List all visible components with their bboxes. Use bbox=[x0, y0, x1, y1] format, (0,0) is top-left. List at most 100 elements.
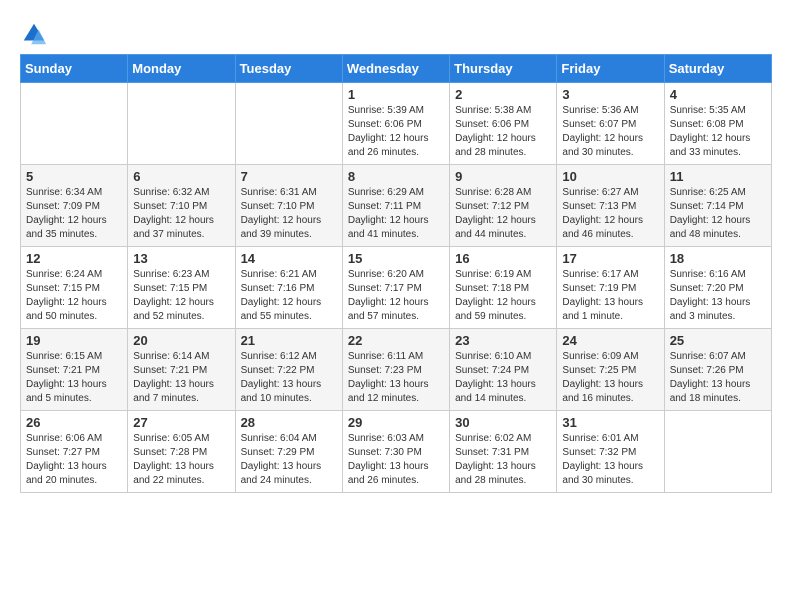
day-info: Sunrise: 6:06 AM Sunset: 7:27 PM Dayligh… bbox=[26, 432, 122, 488]
day-number: 16 bbox=[455, 251, 551, 266]
calendar-header-row: SundayMondayTuesdayWednesdayThursdayFrid… bbox=[21, 55, 772, 83]
calendar-cell: 24 Sunrise: 6:09 AM Sunset: 7:25 PM Dayli… bbox=[557, 329, 664, 411]
weekday-header-saturday: Saturday bbox=[664, 55, 771, 83]
day-info: Sunrise: 6:03 AM Sunset: 7:30 PM Dayligh… bbox=[348, 432, 444, 488]
day-number: 17 bbox=[562, 251, 658, 266]
day-number: 25 bbox=[670, 333, 766, 348]
day-info: Sunrise: 6:09 AM Sunset: 7:25 PM Dayligh… bbox=[562, 350, 658, 406]
day-info: Sunrise: 6:07 AM Sunset: 7:26 PM Dayligh… bbox=[670, 350, 766, 406]
day-number: 12 bbox=[26, 251, 122, 266]
calendar-cell: 14Sunrise: 6:21 AM Sunset: 7:16 PM Dayli… bbox=[235, 247, 342, 329]
calendar-cell: 8 Sunrise: 6:29 AM Sunset: 7:11 PM Daylig… bbox=[342, 165, 449, 247]
day-info: Sunrise: 6:19 AM Sunset: 7:18 PM Dayligh… bbox=[455, 268, 551, 324]
day-number: 15 bbox=[348, 251, 444, 266]
day-info: Sunrise: 5:39 AM Sunset: 6:06 PM Dayligh… bbox=[348, 104, 444, 160]
day-info: Sunrise: 6:31 AM Sunset: 7:10 PM Dayligh… bbox=[241, 186, 337, 242]
day-info: Sunrise: 6:29 AM Sunset: 7:11 PM Dayligh… bbox=[348, 186, 444, 242]
day-info: Sunrise: 6:25 AM Sunset: 7:14 PM Dayligh… bbox=[670, 186, 766, 242]
day-number: 11 bbox=[670, 169, 766, 184]
day-info: Sunrise: 6:02 AM Sunset: 7:31 PM Dayligh… bbox=[455, 432, 551, 488]
day-number: 7 bbox=[241, 169, 337, 184]
day-number: 31 bbox=[562, 415, 658, 430]
day-info: Sunrise: 6:04 AM Sunset: 7:29 PM Dayligh… bbox=[241, 432, 337, 488]
day-info: Sunrise: 6:32 AM Sunset: 7:10 PM Dayligh… bbox=[133, 186, 229, 242]
day-info: Sunrise: 6:21 AM Sunset: 7:16 PM Dayligh… bbox=[241, 268, 337, 324]
calendar-cell: 6 Sunrise: 6:32 AM Sunset: 7:10 PM Daylig… bbox=[128, 165, 235, 247]
calendar-week-5: 26 Sunrise: 6:06 AM Sunset: 7:27 PM Dayli… bbox=[21, 411, 772, 493]
day-info: Sunrise: 6:24 AM Sunset: 7:15 PM Dayligh… bbox=[26, 268, 122, 324]
calendar-cell: 29Sunrise: 6:03 AM Sunset: 7:30 PM Dayli… bbox=[342, 411, 449, 493]
calendar-cell: 27 Sunrise: 6:05 AM Sunset: 7:28 PM Dayli… bbox=[128, 411, 235, 493]
day-number: 28 bbox=[241, 415, 337, 430]
calendar-cell: 30 Sunrise: 6:02 AM Sunset: 7:31 PM Dayli… bbox=[450, 411, 557, 493]
day-info: Sunrise: 6:10 AM Sunset: 7:24 PM Dayligh… bbox=[455, 350, 551, 406]
day-info: Sunrise: 6:01 AM Sunset: 7:32 PM Dayligh… bbox=[562, 432, 658, 488]
day-info: Sunrise: 5:36 AM Sunset: 6:07 PM Dayligh… bbox=[562, 104, 658, 160]
day-number: 24 bbox=[562, 333, 658, 348]
calendar-cell: 31 Sunrise: 6:01 AM Sunset: 7:32 PM Dayli… bbox=[557, 411, 664, 493]
calendar-cell: 28 Sunrise: 6:04 AM Sunset: 7:29 PM Dayli… bbox=[235, 411, 342, 493]
calendar-cell: 10 Sunrise: 6:27 AM Sunset: 7:13 PM Dayli… bbox=[557, 165, 664, 247]
weekday-header-sunday: Sunday bbox=[21, 55, 128, 83]
calendar-cell: 13Sunrise: 6:23 AM Sunset: 7:15 PM Dayli… bbox=[128, 247, 235, 329]
day-info: Sunrise: 6:20 AM Sunset: 7:17 PM Dayligh… bbox=[348, 268, 444, 324]
calendar-cell bbox=[21, 83, 128, 165]
calendar-cell: 2 Sunrise: 5:38 AM Sunset: 6:06 PM Daylig… bbox=[450, 83, 557, 165]
day-number: 3 bbox=[562, 87, 658, 102]
day-number: 10 bbox=[562, 169, 658, 184]
day-number: 13 bbox=[133, 251, 229, 266]
day-info: Sunrise: 6:27 AM Sunset: 7:13 PM Dayligh… bbox=[562, 186, 658, 242]
calendar-cell: 3 Sunrise: 5:36 AM Sunset: 6:07 PM Daylig… bbox=[557, 83, 664, 165]
day-number: 30 bbox=[455, 415, 551, 430]
calendar-cell: 22 Sunrise: 6:11 AM Sunset: 7:23 PM Dayli… bbox=[342, 329, 449, 411]
calendar-week-2: 5 Sunrise: 6:34 AM Sunset: 7:09 PM Daylig… bbox=[21, 165, 772, 247]
calendar-week-4: 19 Sunrise: 6:15 AM Sunset: 7:21 PM Dayli… bbox=[21, 329, 772, 411]
day-number: 23 bbox=[455, 333, 551, 348]
calendar-cell: 11 Sunrise: 6:25 AM Sunset: 7:14 PM Dayli… bbox=[664, 165, 771, 247]
calendar-table: SundayMondayTuesdayWednesdayThursdayFrid… bbox=[20, 54, 772, 493]
weekday-header-friday: Friday bbox=[557, 55, 664, 83]
calendar-cell: 26 Sunrise: 6:06 AM Sunset: 7:27 PM Dayli… bbox=[21, 411, 128, 493]
day-number: 21 bbox=[241, 333, 337, 348]
day-number: 9 bbox=[455, 169, 551, 184]
calendar-cell: 15 Sunrise: 6:20 AM Sunset: 7:17 PM Dayli… bbox=[342, 247, 449, 329]
weekday-header-thursday: Thursday bbox=[450, 55, 557, 83]
day-info: Sunrise: 6:05 AM Sunset: 7:28 PM Dayligh… bbox=[133, 432, 229, 488]
calendar-cell: 9 Sunrise: 6:28 AM Sunset: 7:12 PM Daylig… bbox=[450, 165, 557, 247]
day-number: 8 bbox=[348, 169, 444, 184]
day-number: 5 bbox=[26, 169, 122, 184]
day-number: 26 bbox=[26, 415, 122, 430]
weekday-header-wednesday: Wednesday bbox=[342, 55, 449, 83]
weekday-header-tuesday: Tuesday bbox=[235, 55, 342, 83]
calendar-cell: 7 Sunrise: 6:31 AM Sunset: 7:10 PM Daylig… bbox=[235, 165, 342, 247]
day-number: 1 bbox=[348, 87, 444, 102]
day-info: Sunrise: 6:16 AM Sunset: 7:20 PM Dayligh… bbox=[670, 268, 766, 324]
day-number: 19 bbox=[26, 333, 122, 348]
calendar-cell: 25 Sunrise: 6:07 AM Sunset: 7:26 PM Dayli… bbox=[664, 329, 771, 411]
day-info: Sunrise: 6:17 AM Sunset: 7:19 PM Dayligh… bbox=[562, 268, 658, 324]
day-number: 6 bbox=[133, 169, 229, 184]
page-header bbox=[20, 20, 772, 48]
day-number: 22 bbox=[348, 333, 444, 348]
calendar-cell: 1 Sunrise: 5:39 AM Sunset: 6:06 PM Daylig… bbox=[342, 83, 449, 165]
calendar-cell: 17 Sunrise: 6:17 AM Sunset: 7:19 PM Dayli… bbox=[557, 247, 664, 329]
day-number: 18 bbox=[670, 251, 766, 266]
logo bbox=[20, 20, 52, 48]
day-info: Sunrise: 5:38 AM Sunset: 6:06 PM Dayligh… bbox=[455, 104, 551, 160]
day-info: Sunrise: 6:15 AM Sunset: 7:21 PM Dayligh… bbox=[26, 350, 122, 406]
day-info: Sunrise: 6:12 AM Sunset: 7:22 PM Dayligh… bbox=[241, 350, 337, 406]
logo-icon bbox=[20, 20, 48, 48]
day-number: 27 bbox=[133, 415, 229, 430]
calendar-cell bbox=[664, 411, 771, 493]
calendar-cell: 23 Sunrise: 6:10 AM Sunset: 7:24 PM Dayli… bbox=[450, 329, 557, 411]
day-number: 2 bbox=[455, 87, 551, 102]
calendar-cell: 21 Sunrise: 6:12 AM Sunset: 7:22 PM Dayli… bbox=[235, 329, 342, 411]
day-number: 4 bbox=[670, 87, 766, 102]
day-info: Sunrise: 6:34 AM Sunset: 7:09 PM Dayligh… bbox=[26, 186, 122, 242]
calendar-cell bbox=[235, 83, 342, 165]
calendar-cell: 19 Sunrise: 6:15 AM Sunset: 7:21 PM Dayli… bbox=[21, 329, 128, 411]
day-info: Sunrise: 6:28 AM Sunset: 7:12 PM Dayligh… bbox=[455, 186, 551, 242]
calendar-cell bbox=[128, 83, 235, 165]
day-info: Sunrise: 6:11 AM Sunset: 7:23 PM Dayligh… bbox=[348, 350, 444, 406]
calendar-cell: 12 Sunrise: 6:24 AM Sunset: 7:15 PM Dayli… bbox=[21, 247, 128, 329]
